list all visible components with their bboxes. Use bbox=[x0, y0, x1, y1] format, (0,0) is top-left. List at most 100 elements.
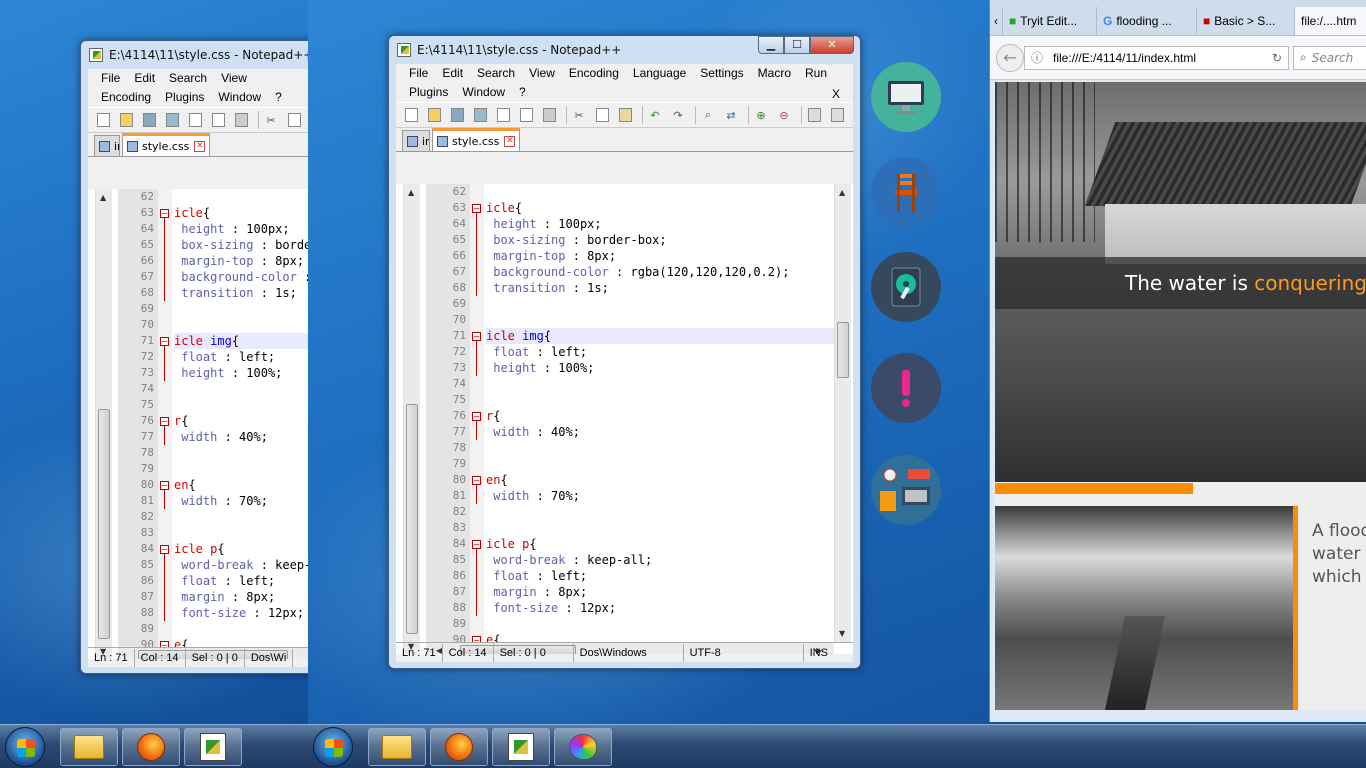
save-all-icon[interactable] bbox=[471, 106, 489, 124]
code-line[interactable]: background-color : rgba(120,120,120,0.2)… bbox=[174, 269, 308, 285]
code-line[interactable]: r{ bbox=[174, 413, 308, 429]
menu-run[interactable]: Run bbox=[798, 64, 834, 83]
code-line[interactable]: font-size : 12px; bbox=[486, 600, 834, 616]
fold-toggle-icon[interactable]: − bbox=[160, 337, 169, 346]
code-line[interactable]: margin : 8px; bbox=[486, 584, 834, 600]
notepad-window-main[interactable]: E:\4114\11\style.css - Notepad++ ▁ ☐ ✕ F… bbox=[388, 35, 861, 669]
menu-help[interactable]: ? bbox=[268, 88, 289, 107]
code-line[interactable] bbox=[486, 440, 834, 456]
browser-window[interactable]: ‹ ■ Tryit Edit... Gflooding ... ■ Basic > … bbox=[989, 0, 1366, 722]
start-button[interactable] bbox=[5, 727, 45, 767]
taskbar-notepadpp[interactable] bbox=[492, 728, 550, 766]
code-line[interactable]: en{ bbox=[174, 477, 308, 493]
close-all-icon[interactable] bbox=[517, 106, 535, 124]
taskbar-paint[interactable] bbox=[554, 728, 612, 766]
code-line[interactable] bbox=[486, 456, 834, 472]
scrollbar-thumb[interactable] bbox=[837, 322, 849, 378]
taskbar-firefox[interactable] bbox=[430, 728, 488, 766]
code-line[interactable] bbox=[174, 189, 308, 205]
close-button[interactable]: ✕ bbox=[810, 36, 854, 54]
code-line[interactable]: icle p{ bbox=[486, 536, 834, 552]
tab-index[interactable]: in bbox=[94, 135, 120, 156]
scrollbar-thumb[interactable] bbox=[406, 404, 418, 634]
code-line[interactable]: font-size : 12px; bbox=[174, 605, 308, 621]
menu-view[interactable]: View bbox=[522, 64, 562, 83]
scrollbar-thumb[interactable] bbox=[98, 409, 110, 639]
reload-icon[interactable]: ↻ bbox=[1272, 51, 1282, 65]
code-line[interactable]: height : 100%; bbox=[174, 365, 308, 381]
title-bar[interactable]: E:\4114\11\style.css - Notepad++ bbox=[81, 41, 308, 69]
code-line[interactable]: icle img{ bbox=[174, 333, 308, 349]
start-button[interactable] bbox=[313, 727, 353, 767]
menu-file[interactable]: File bbox=[402, 64, 435, 83]
menu-window[interactable]: Window bbox=[455, 83, 512, 102]
save-all-icon[interactable] bbox=[163, 111, 181, 129]
close-all-icon[interactable] bbox=[209, 111, 227, 129]
code-line[interactable] bbox=[486, 520, 834, 536]
close-tab-icon[interactable]: ✕ bbox=[504, 135, 516, 147]
code-line[interactable] bbox=[174, 621, 308, 637]
tab-style-css[interactable]: style.css ✕ bbox=[432, 128, 521, 151]
code-line[interactable]: word-break : keep-all; bbox=[486, 552, 834, 568]
menu-view[interactable]: View bbox=[214, 69, 254, 88]
code-editor[interactable]: ▲ ▼ 62 63 64 65 66 67 68 69 70 71 72 73 74 75 76 77 78 79… bbox=[396, 184, 853, 654]
cut-icon[interactable]: ✂ bbox=[262, 111, 280, 129]
print-icon[interactable] bbox=[232, 111, 250, 129]
vertical-scrollbar[interactable]: ▲ ▼ bbox=[95, 189, 112, 659]
fold-toggle-icon[interactable]: − bbox=[472, 412, 481, 421]
new-file-icon[interactable] bbox=[402, 106, 420, 124]
menu-plugins[interactable]: Plugins bbox=[402, 83, 455, 102]
code-line[interactable]: float : left; bbox=[486, 568, 834, 584]
taskbar-notepadpp[interactable] bbox=[184, 728, 242, 766]
monitor-icon[interactable] bbox=[871, 62, 941, 132]
vertical-scrollbar[interactable]: ▲ ▼ bbox=[834, 184, 851, 642]
code-line[interactable] bbox=[486, 376, 834, 392]
fold-toggle-icon[interactable]: − bbox=[160, 545, 169, 554]
code-line[interactable]: r{ bbox=[486, 408, 834, 424]
open-file-icon[interactable] bbox=[117, 111, 135, 129]
taskbar-explorer[interactable] bbox=[368, 728, 426, 766]
undo-icon[interactable]: ↶ bbox=[646, 106, 664, 124]
browser-tab-flooding[interactable]: Gflooding ... bbox=[1097, 7, 1197, 35]
browser-tab-tryit[interactable]: ■ Tryit Edit... bbox=[1003, 7, 1097, 35]
code-line[interactable]: background-color : rgba(120,120,120,0.2)… bbox=[486, 264, 834, 280]
address-bar[interactable]: ⓘ file:///E:/4114/11/index.html ↻ bbox=[1024, 45, 1289, 70]
code-editor[interactable]: ▲ ▼ 62 63 64 65 66 67 68 69 70 71 72 73 74 75 76 77 78 79… bbox=[88, 189, 308, 659]
code-line[interactable] bbox=[174, 461, 308, 477]
code-line[interactable] bbox=[174, 381, 308, 397]
code-line[interactable]: margin-top : 8px; bbox=[174, 253, 308, 269]
tab-style-css[interactable]: style.css ✕ bbox=[122, 133, 211, 156]
copy-icon[interactable] bbox=[593, 106, 611, 124]
code-line[interactable]: width : 70%; bbox=[174, 493, 308, 509]
code-line[interactable]: icle img{ bbox=[486, 328, 834, 344]
fold-toggle-icon[interactable]: − bbox=[472, 540, 481, 549]
browser-tab-file[interactable]: file:/....htm bbox=[1295, 7, 1366, 35]
code-line[interactable]: height : 100px; bbox=[486, 216, 834, 232]
fold-toggle-icon[interactable]: − bbox=[160, 481, 169, 490]
chair-icon[interactable] bbox=[871, 157, 941, 227]
taskbar-firefox[interactable] bbox=[122, 728, 180, 766]
menu-edit[interactable]: Edit bbox=[435, 64, 470, 83]
word-wrap-icon[interactable] bbox=[828, 106, 846, 124]
browser-tab-basic[interactable]: ■ Basic > S... bbox=[1197, 7, 1295, 35]
code-line[interactable]: box-sizing : border-box; bbox=[174, 237, 308, 253]
exclamation-icon[interactable] bbox=[871, 353, 941, 423]
tab-index[interactable]: in bbox=[402, 130, 430, 151]
fold-toggle-icon[interactable]: − bbox=[160, 417, 169, 426]
menu-search[interactable]: Search bbox=[470, 64, 522, 83]
copy-icon[interactable] bbox=[285, 111, 303, 129]
code-line[interactable]: height : 100%; bbox=[486, 360, 834, 376]
notepad-window-left[interactable]: E:\4114\11\style.css - Notepad++ File Ed… bbox=[80, 40, 308, 674]
code-line[interactable]: word-break : keep-all; bbox=[174, 557, 308, 573]
minimize-button[interactable]: ▁ bbox=[758, 36, 784, 54]
zoom-out-icon[interactable]: ⊖ bbox=[775, 106, 793, 124]
code-line[interactable]: transition : 1s; bbox=[174, 285, 308, 301]
maximize-button[interactable]: ☐ bbox=[784, 36, 810, 54]
menu-macro[interactable]: Macro bbox=[751, 64, 798, 83]
code-line[interactable] bbox=[486, 504, 834, 520]
paste-icon[interactable] bbox=[616, 106, 634, 124]
scroll-up-icon[interactable]: ▲ bbox=[408, 188, 414, 197]
redo-icon[interactable]: ↷ bbox=[669, 106, 687, 124]
code-line[interactable] bbox=[174, 317, 308, 333]
open-file-icon[interactable] bbox=[425, 106, 443, 124]
